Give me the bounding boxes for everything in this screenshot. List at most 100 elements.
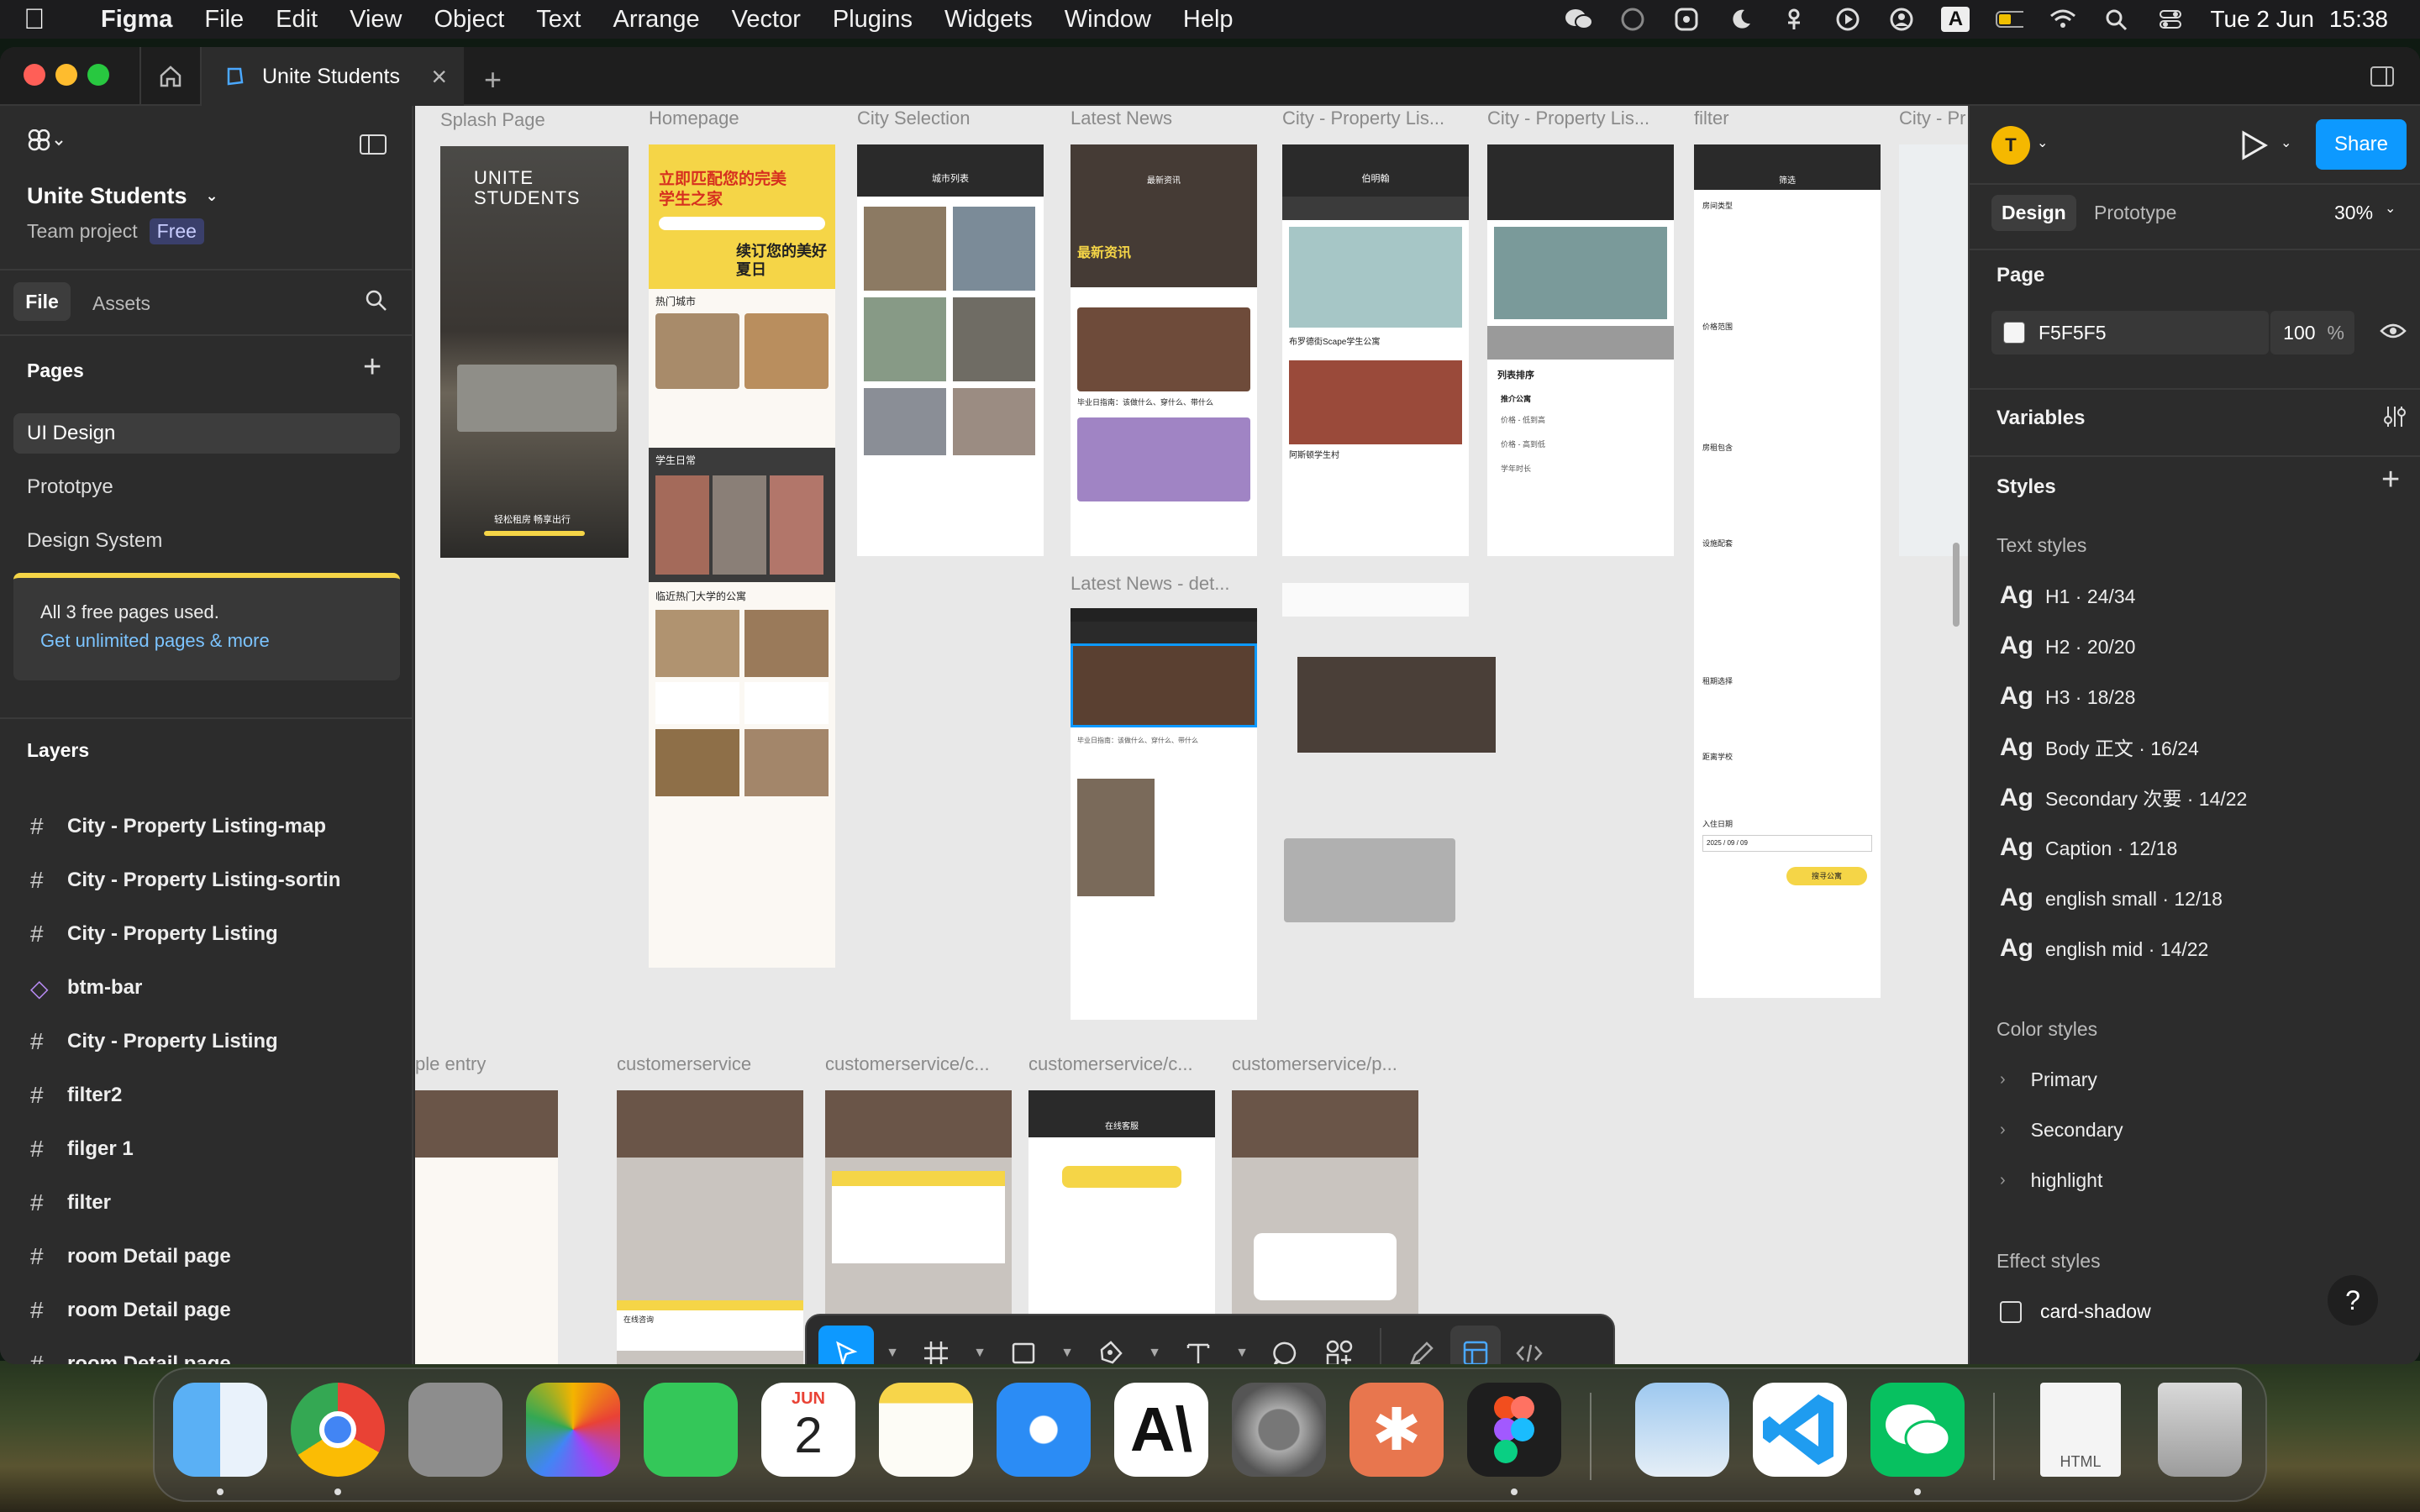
preview-app-icon[interactable] — [1635, 1383, 1729, 1477]
moon-icon[interactable] — [1726, 7, 1754, 32]
chevron-right-icon[interactable]: › — [2000, 1171, 2006, 1190]
dev-mode-button[interactable] — [1504, 1326, 1555, 1364]
chevron-down-icon[interactable]: ⌄ — [2281, 134, 2291, 151]
add-page-icon[interactable]: + — [363, 349, 381, 386]
frame-label[interactable]: customerservice/c... — [825, 1053, 990, 1075]
property-sort-frame[interactable]: 列表排序 推介公寓 价格 - 低到高 价格 - 高到低 学年时长 — [1487, 144, 1674, 556]
figma-menu-icon[interactable] — [27, 129, 64, 160]
menu-app-name[interactable]: Figma — [101, 6, 172, 34]
layer-item[interactable]: # City - Property Listing-map — [0, 800, 412, 853]
control-center-icon[interactable] — [2156, 7, 2185, 32]
home-tab[interactable] — [139, 47, 202, 106]
spotlight-search-icon[interactable] — [2102, 7, 2131, 32]
tab-prototype[interactable]: Prototype — [2094, 202, 2176, 224]
menu-arrange[interactable]: Arrange — [613, 6, 699, 34]
chevron-down-icon[interactable]: ▼ — [1052, 1326, 1082, 1364]
help-button[interactable]: ? — [2328, 1275, 2378, 1326]
chevron-down-icon[interactable]: ⌄ — [2037, 134, 2048, 151]
tab-file[interactable]: File — [13, 282, 71, 321]
menu-vector[interactable]: Vector — [732, 6, 801, 34]
chevron-right-icon[interactable]: › — [2000, 1070, 2006, 1089]
sort-option[interactable]: 推介公寓 — [1487, 390, 1674, 407]
layer-item[interactable]: # filger 1 — [0, 1122, 412, 1176]
menu-object[interactable]: Object — [434, 6, 504, 34]
move-tool-button[interactable] — [818, 1326, 874, 1364]
safari-app-icon[interactable] — [997, 1383, 1091, 1477]
frame-label[interactable]: customerservice — [617, 1053, 751, 1075]
canvas-scrollbar[interactable] — [1953, 543, 1960, 627]
example-entry-frame[interactable] — [415, 1090, 558, 1364]
latest-news-frame[interactable]: 最新资讯 最新资讯 毕业日指南：该做什么、穿什么、带什么 — [1071, 144, 1257, 556]
finder-app-icon[interactable] — [173, 1383, 267, 1477]
layer-item[interactable]: # room Detail page — [0, 1230, 412, 1284]
page-opacity-field[interactable]: 100 % — [2270, 311, 2354, 354]
text-style-item[interactable]: Ag english mid · 14/22 — [2000, 934, 2208, 963]
facetime-app-icon[interactable] — [644, 1383, 738, 1477]
user-account-icon[interactable] — [1887, 7, 1916, 32]
menu-plugins[interactable]: Plugins — [833, 6, 913, 34]
panel-layout-icon[interactable] — [360, 134, 387, 159]
tab-assets[interactable]: Assets — [92, 292, 150, 315]
app-status-icon[interactable] — [1672, 7, 1701, 32]
chrome-app-icon[interactable] — [291, 1383, 385, 1477]
text-tool-button[interactable] — [1173, 1326, 1223, 1364]
chevron-down-icon[interactable]: ▼ — [1227, 1326, 1257, 1364]
frame-label[interactable]: City - Property Lis... — [1487, 108, 1649, 129]
layer-item[interactable]: # room Detail page — [0, 1284, 412, 1337]
html-file-icon[interactable]: HTML — [2040, 1383, 2121, 1477]
color-style-item[interactable]: › highlight — [2000, 1169, 2102, 1192]
frame-label[interactable]: Homepage — [649, 108, 739, 129]
page-opacity-value[interactable]: 100 — [2283, 322, 2315, 344]
calendar-app-icon[interactable]: JUN 2 — [761, 1383, 855, 1477]
frame-label[interactable]: ple entry — [415, 1053, 486, 1075]
text-style-item[interactable]: Ag Body 正文 · 16/24 — [2000, 732, 2199, 762]
sort-option[interactable]: 价格 - 低到高 — [1487, 407, 1674, 432]
news-card-component[interactable] — [1297, 657, 1496, 753]
launchpad-app-icon[interactable] — [408, 1383, 502, 1477]
upgrade-link[interactable]: Get unlimited pages & more — [40, 630, 400, 652]
eye-visibility-icon[interactable] — [2380, 321, 2407, 345]
text-style-item[interactable]: Ag Secondary 次要 · 14/22 — [2000, 783, 2247, 812]
menu-text[interactable]: Text — [536, 6, 581, 34]
frame-tool-button[interactable] — [911, 1326, 961, 1364]
apple-menu-icon[interactable]:  — [24, 3, 64, 36]
draw-mode-button[interactable] — [1397, 1326, 1447, 1364]
splash-frame[interactable]: UNITE STUDENTS 轻松租房 畅享出行 — [440, 146, 629, 558]
frame-label[interactable]: customerservice/c... — [1028, 1053, 1193, 1075]
anthropic-app-icon[interactable]: A\ — [1114, 1383, 1208, 1477]
actions-button[interactable] — [1314, 1326, 1365, 1364]
frame-label[interactable]: City Selection — [857, 108, 971, 129]
comment-tool-button[interactable] — [1260, 1326, 1311, 1364]
vscode-app-icon[interactable] — [1753, 1383, 1847, 1477]
page-color-field[interactable]: F5F5F5 — [1991, 311, 2269, 354]
plan-badge[interactable]: Free — [149, 218, 204, 244]
filter-search-button[interactable]: 搜寻公寓 — [1786, 867, 1867, 885]
page-ui-design[interactable]: UI Design — [13, 413, 400, 454]
frame-label[interactable]: Splash Page — [440, 109, 545, 131]
chevron-right-icon[interactable]: › — [2000, 1121, 2006, 1140]
frame-label[interactable]: filter — [1694, 108, 1729, 129]
menu-view[interactable]: View — [350, 6, 402, 34]
input-source-icon[interactable]: A — [1941, 7, 1970, 32]
chevron-down-icon[interactable]: ▼ — [877, 1326, 908, 1364]
layer-item[interactable]: # room Detail page — [0, 1337, 412, 1364]
homepage-frame[interactable]: 立即匹配您的完美学生之家 续订您的美好夏日 热门城市 学生日常 临近热门大学的公… — [649, 144, 835, 968]
property-listing-frame[interactable]: 伯明翰 布罗德街Scape学生公寓 阿斯顿学生村 — [1282, 144, 1469, 556]
color-style-item[interactable]: › Secondary — [2000, 1119, 2123, 1142]
sort-option[interactable]: 价格 - 高到低 — [1487, 432, 1674, 456]
layer-item[interactable]: # filter — [0, 1176, 412, 1230]
map-frame[interactable] — [1899, 144, 1968, 556]
effect-style-item[interactable]: card-shadow — [2000, 1300, 2151, 1323]
menu-widgets[interactable]: Widgets — [944, 6, 1033, 34]
filter-date-input[interactable]: 2025 / 09 / 09 — [1702, 835, 1872, 852]
add-style-icon[interactable]: + — [2381, 462, 2400, 498]
battery-icon[interactable] — [1995, 7, 2024, 32]
project-name[interactable]: Unite Students ⌄ — [27, 183, 218, 209]
filter-frame[interactable]: 筛选 房间类型 价格范围 房租包含 设施配套 租期选择 距离学校 入住日期 20… — [1694, 144, 1881, 998]
text-style-item[interactable]: Ag H3 · 18/28 — [2000, 682, 2135, 711]
user-avatar[interactable]: T — [1991, 126, 2030, 165]
page-prototype[interactable]: Prototpye — [13, 467, 400, 507]
chevron-down-icon[interactable]: ▼ — [1139, 1326, 1170, 1364]
page-color-hex[interactable]: F5F5F5 — [2039, 322, 2107, 344]
minimize-window-button[interactable] — [55, 64, 77, 86]
